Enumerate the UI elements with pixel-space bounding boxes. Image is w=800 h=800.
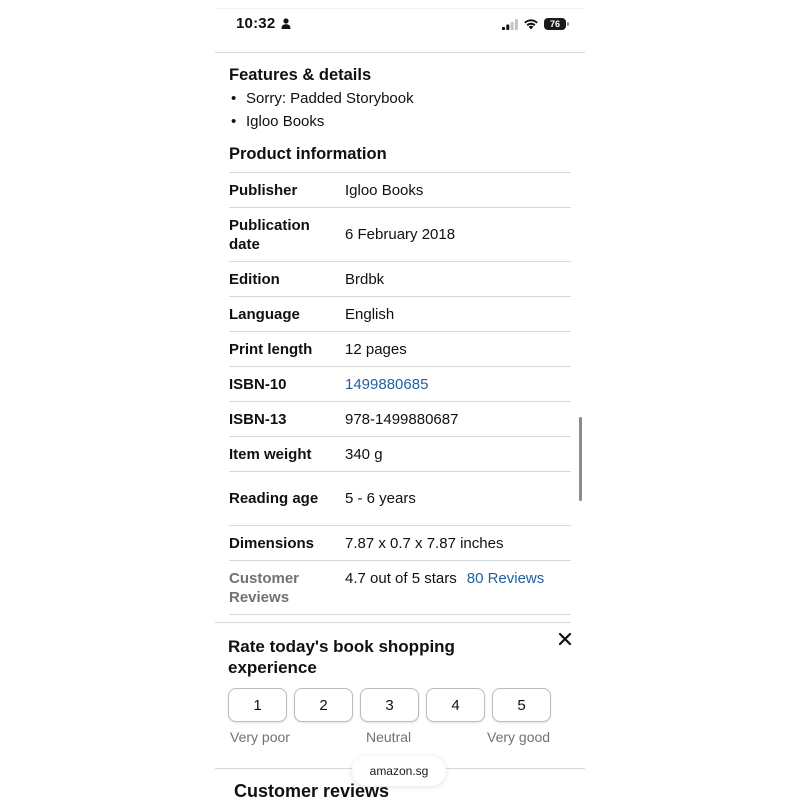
features-title: Features & details <box>229 66 372 84</box>
feedback-divider <box>215 622 571 623</box>
browser-url-bar[interactable]: amazon.sg <box>352 756 446 786</box>
info-row-isbn-10: ISBN-10 1499880685 <box>229 367 571 402</box>
rating-button-5[interactable]: 5 <box>492 688 551 722</box>
info-label: Publisher <box>229 181 298 199</box>
scale-label-mid: Neutral <box>366 729 412 745</box>
info-label: Item weight <box>229 445 312 463</box>
info-row-dimensions: Dimensions 7.87 x 0.7 x 7.87 inches <box>229 526 571 561</box>
info-value: Igloo Books <box>345 181 424 199</box>
scale-label-low: Very poor <box>230 729 290 745</box>
info-value: 6 February 2018 <box>345 226 456 243</box>
rating-button-2[interactable]: 2 <box>294 688 353 722</box>
cellular-signal-icon <box>502 19 518 30</box>
info-row-isbn-13: ISBN-13 978-1499880687 <box>229 402 571 437</box>
info-label: Dimensions <box>229 534 315 552</box>
close-icon[interactable] <box>558 632 572 646</box>
rating-value: 4.7 out of 5 stars 80 Reviews <box>345 569 571 588</box>
rating-button-3[interactable]: 3 <box>360 688 419 722</box>
info-row-reading-age: Reading age 5 - 6 years <box>229 472 571 526</box>
feature-item: Sorry: Padded Storybook <box>229 89 414 112</box>
feature-item: Igloo Books <box>229 112 414 135</box>
isbn-10-link[interactable]: 1499880685 <box>345 375 571 394</box>
reviews-count-link[interactable]: 80 Reviews <box>467 570 545 587</box>
person-icon <box>281 18 291 29</box>
status-time: 10:32 <box>236 15 276 32</box>
rating-buttons: 1 2 3 4 5 <box>228 688 551 722</box>
rating-text[interactable]: 4.7 out of 5 stars <box>345 570 457 587</box>
status-bar: 10:32 76 <box>215 8 585 38</box>
header-divider <box>215 52 585 53</box>
phone-screen: 10:32 76 Features & details Sorry: Padde… <box>215 0 585 800</box>
wifi-icon <box>524 19 538 30</box>
info-value: 5 - 6 years <box>345 490 416 507</box>
info-row-customer-reviews: Customer Reviews 4.7 out of 5 stars 80 Re… <box>229 561 571 615</box>
info-row-publisher: Publisher Igloo Books <box>229 173 571 208</box>
feedback-title: Rate today's book shopping experience <box>228 637 455 677</box>
info-value: 12 pages <box>345 340 407 358</box>
scrollbar[interactable] <box>579 417 582 501</box>
info-row-language: Language English <box>229 297 571 332</box>
info-label: Reading age <box>229 490 319 507</box>
rating-button-1[interactable]: 1 <box>228 688 287 722</box>
info-label: Customer Reviews <box>229 570 300 606</box>
info-label: ISBN-13 <box>229 410 287 428</box>
info-label: ISBN-10 <box>229 375 287 393</box>
product-information-table: Publisher Igloo Books Publication date 6… <box>229 172 571 615</box>
info-label: Publication date <box>229 216 310 253</box>
info-label: Edition <box>229 270 280 288</box>
product-information-title: Product information <box>229 145 387 163</box>
info-value: English <box>345 305 395 323</box>
rating-button-4[interactable]: 4 <box>426 688 485 722</box>
scale-label-high: Very good <box>487 729 551 745</box>
info-row-edition: Edition Brdbk <box>229 262 571 297</box>
info-row-item-weight: Item weight 340 g <box>229 437 571 472</box>
info-value: 340 g <box>345 445 383 463</box>
battery-tip <box>567 22 569 26</box>
info-row-publication-date: Publication date 6 February 2018 <box>229 208 571 262</box>
info-label: Print length <box>229 340 313 358</box>
info-value: 7.87 x 0.7 x 7.87 inches <box>345 534 504 552</box>
info-row-print-length: Print length 12 pages <box>229 332 571 367</box>
info-label: Language <box>229 305 300 323</box>
info-value: 978-1499880687 <box>345 410 459 428</box>
features-list: Sorry: Padded Storybook Igloo Books <box>229 89 414 135</box>
battery-icon: 76 <box>544 18 566 30</box>
info-value: Brdbk <box>345 270 385 288</box>
